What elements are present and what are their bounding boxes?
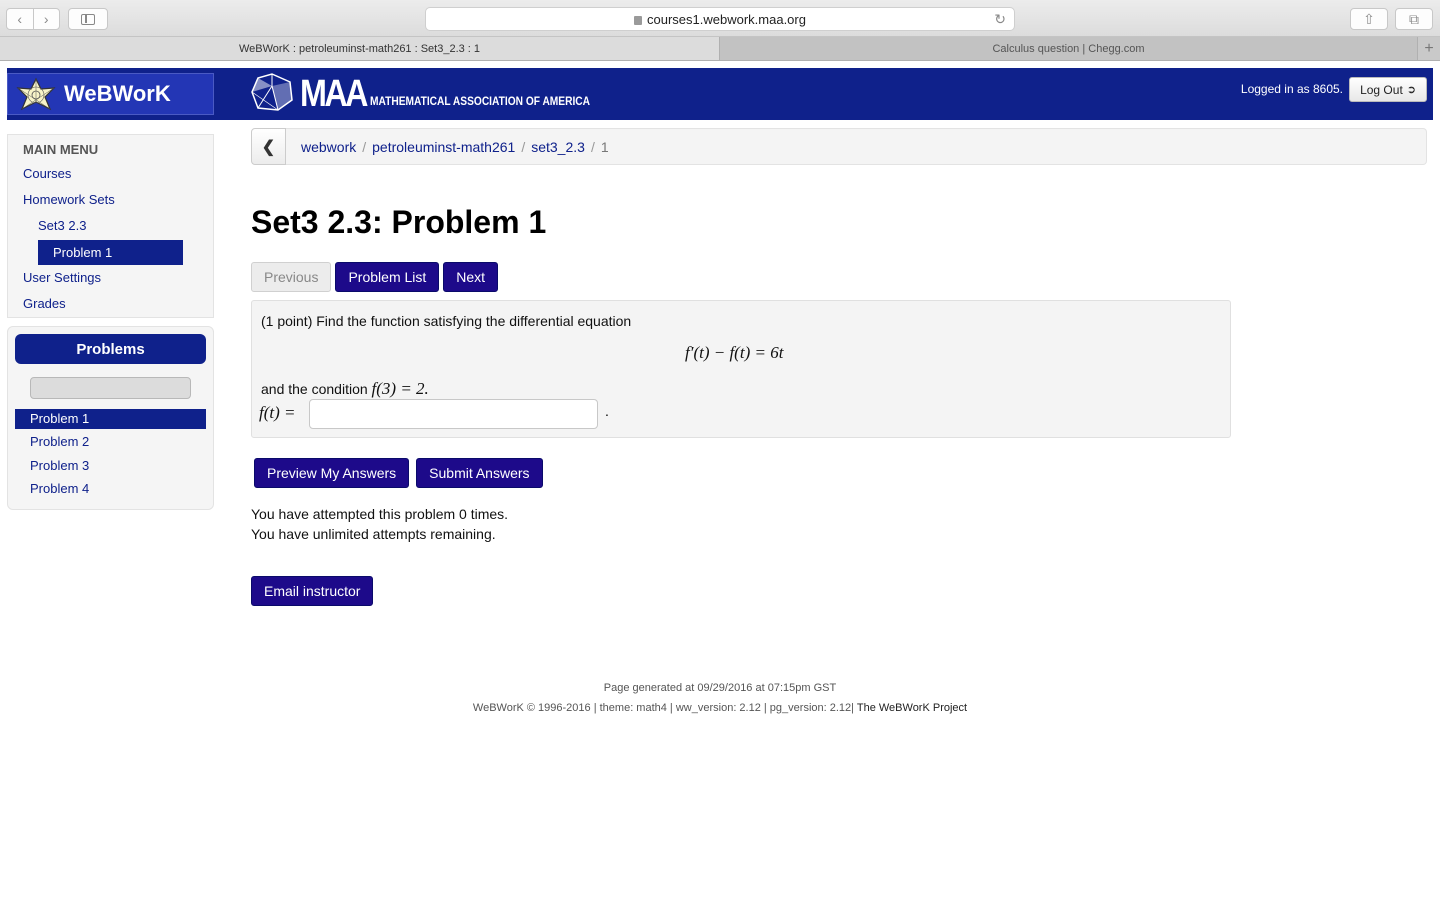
tab-chegg[interactable]: Calculus question | Chegg.com <box>720 37 1418 60</box>
reload-icon[interactable]: ↻ <box>994 11 1006 28</box>
webwork-star-icon <box>16 77 56 111</box>
maa-short: MAA <box>300 73 368 115</box>
sidebar-icon <box>81 13 95 25</box>
answer-label: f(t) = <box>259 403 296 422</box>
next-button[interactable]: Next <box>443 262 499 292</box>
breadcrumb-course[interactable]: petroleuminst-math261 <box>372 139 515 155</box>
maa-polyhedron-icon <box>251 73 293 111</box>
footer-copyright: WeBWorK © 1996-2016 | theme: math4 | ww_… <box>472 702 854 714</box>
initial-condition: and the condition f(3) = 2. <box>261 379 429 399</box>
sidebar-item-problem-1[interactable]: Problem 1 <box>38 240 183 265</box>
previous-button[interactable]: Previous <box>251 262 332 292</box>
answer-input[interactable] <box>309 399 598 429</box>
sidebar-item-set[interactable]: Set3 2.3 <box>38 218 86 233</box>
tab-bar: WeBWorK : petroleuminst-math261 : Set3_2… <box>0 37 1440 61</box>
sidebar-toggle-button[interactable] <box>68 8 108 30</box>
problem-link-1[interactable]: Problem 1 <box>15 409 206 429</box>
problems-progress-bar <box>30 377 191 399</box>
new-tab-icon[interactable]: + <box>1418 37 1440 60</box>
sidebar-item-homework-sets[interactable]: Homework Sets <box>23 192 115 207</box>
history-nav: ‹ › <box>6 8 60 30</box>
tab-webwork[interactable]: WeBWorK : petroleuminst-math261 : Set3_2… <box>0 37 720 60</box>
tabs-overview-button[interactable]: ⧉ <box>1395 8 1433 30</box>
attempts-info: You have attempted this problem 0 times.… <box>251 504 508 544</box>
tabs-icon: ⧉ <box>1409 10 1419 27</box>
attempts-remaining: You have unlimited attempts remaining. <box>251 526 496 542</box>
problem-link-4[interactable]: Problem 4 <box>15 479 206 499</box>
browser-toolbar: ‹ › courses1.webwork.maa.org ↻ ⇧ ⧉ <box>0 0 1440 37</box>
logout-button[interactable]: Log Out ➲ <box>1349 77 1427 102</box>
preview-answers-button[interactable]: Preview My Answers <box>254 458 410 488</box>
url-text: courses1.webwork.maa.org <box>647 11 806 27</box>
breadcrumb-separator: / <box>590 138 595 155</box>
problems-panel: Problems Problem 1 Problem 2 Problem 3 P… <box>7 326 214 510</box>
problem-box: (1 point) Find the function satisfying t… <box>251 300 1231 438</box>
sidebar-item-user-settings[interactable]: User Settings <box>23 270 101 285</box>
problem-list-button[interactable]: Problem List <box>335 262 440 292</box>
main-menu: MAIN MENU Courses Homework Sets Set3 2.3… <box>7 134 214 318</box>
lock-icon <box>634 15 643 25</box>
breadcrumb-back-button[interactable]: ❮ <box>251 128 286 165</box>
problems-title: Problems <box>15 334 206 364</box>
address-bar[interactable]: courses1.webwork.maa.org ↻ <box>425 7 1015 31</box>
differential-equation: f′(t) − f(t) = 6t <box>685 343 784 362</box>
condition-prefix: and the condition <box>261 381 368 397</box>
problem-link-2[interactable]: Problem 2 <box>15 432 206 452</box>
problem-nav: Previous Problem List Next <box>251 262 499 292</box>
condition-math: f(3) = 2. <box>371 379 429 398</box>
share-icon: ⇧ <box>1363 10 1375 27</box>
forward-icon[interactable]: › <box>34 9 60 29</box>
logout-label: Log Out <box>1360 82 1403 97</box>
problem-intro: (1 point) Find the function satisfying t… <box>261 313 632 329</box>
page-generated: Page generated at 09/29/2016 at 07:15pm … <box>603 682 837 694</box>
problem-link-3[interactable]: Problem 3 <box>15 456 206 476</box>
breadcrumb: webwork / petroleuminst-math261 / set3_2… <box>286 128 1427 165</box>
maa-logo[interactable]: MAA MATHEMATICAL ASSOCIATION OF AMERICA <box>250 72 628 115</box>
breadcrumb-webwork[interactable]: webwork <box>301 139 356 155</box>
back-icon[interactable]: ‹ <box>7 9 34 29</box>
brand-name: WeBWorK <box>64 81 171 106</box>
webwork-project-link[interactable]: The WeBWorK Project <box>857 702 967 714</box>
logout-icon: ➲ <box>1406 84 1416 96</box>
submit-answers-button[interactable]: Submit Answers <box>416 458 543 488</box>
login-status: Logged in as 8605. <box>1240 82 1343 96</box>
webwork-logo[interactable]: WeBWorK <box>7 73 214 115</box>
attempts-count: You have attempted this problem 0 times. <box>251 506 509 522</box>
footer-copyright-line: WeBWorK © 1996-2016 | theme: math4 | ww_… <box>0 698 1440 718</box>
maa-full-name: MATHEMATICAL ASSOCIATION OF AMERICA <box>369 94 590 108</box>
breadcrumb-separator: / <box>521 138 526 155</box>
answer-suffix: . <box>605 403 609 419</box>
breadcrumb-separator: / <box>362 138 367 155</box>
page-title: Set3 2.3: Problem 1 <box>251 204 547 240</box>
email-instructor-wrap: Email instructor <box>251 576 374 606</box>
email-instructor-button[interactable]: Email instructor <box>251 576 374 606</box>
site-header: WeBWorK MAA MATHEMATICAL ASSOCIATION OF … <box>7 68 1433 120</box>
main-menu-title: MAIN MENU <box>23 142 99 157</box>
breadcrumb-set[interactable]: set3_2.3 <box>531 139 585 155</box>
breadcrumb-current: 1 <box>600 138 609 155</box>
footer: Page generated at 09/29/2016 at 07:15pm … <box>0 678 1440 718</box>
sidebar-item-grades[interactable]: Grades <box>23 296 66 311</box>
chevron-left-icon: ❮ <box>261 138 276 156</box>
submit-row: Preview My Answers Submit Answers <box>254 458 543 488</box>
sidebar-item-courses[interactable]: Courses <box>23 166 71 181</box>
share-button[interactable]: ⇧ <box>1350 8 1388 30</box>
